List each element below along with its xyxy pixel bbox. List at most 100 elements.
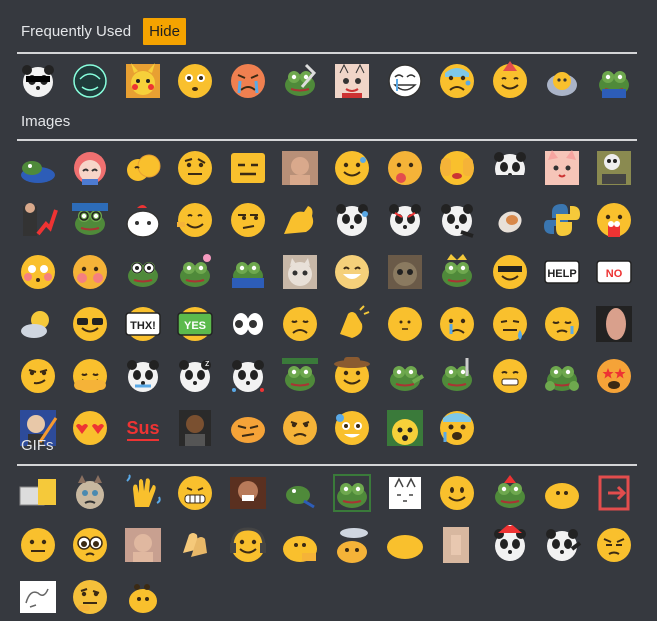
pepe-run-icon[interactable]: [279, 472, 321, 514]
blob-annoyed-icon[interactable]: [227, 407, 269, 449]
exit-sign-icon[interactable]: [593, 472, 635, 514]
blob-hearts-icon[interactable]: [69, 407, 111, 449]
blob-shrug-icon[interactable]: [174, 199, 216, 241]
star-struck-face-icon[interactable]: [593, 355, 635, 397]
pepe-party-icon[interactable]: [489, 472, 531, 514]
sad-relieved-icon[interactable]: [279, 303, 321, 345]
pepe-fingers-icon[interactable]: [122, 251, 164, 293]
blob-peek-icon[interactable]: [279, 524, 321, 566]
eyes-icon[interactable]: [227, 303, 269, 345]
skeleton-laptop-icon[interactable]: [593, 147, 635, 189]
typing-cat-icon[interactable]: [17, 472, 59, 514]
pensive-face-icon[interactable]: [541, 303, 583, 345]
pepe-hands-icon[interactable]: [541, 355, 583, 397]
panda-angry-icon[interactable]: [384, 199, 426, 241]
anime-girl-icon[interactable]: [69, 147, 111, 189]
smile-face-icon[interactable]: [436, 472, 478, 514]
pikachu-icon[interactable]: [122, 60, 164, 102]
thx-face-icon[interactable]: THX!: [122, 303, 164, 345]
crying-tear-icon[interactable]: [436, 303, 478, 345]
pepe-sketch-icon[interactable]: [69, 60, 111, 102]
man-laughing-icon[interactable]: [174, 407, 216, 449]
party-face-icon[interactable]: [489, 60, 531, 102]
blob-headphones-icon[interactable]: [227, 524, 269, 566]
pikachu-surprised-icon[interactable]: [384, 407, 426, 449]
doodle-sketch-icon[interactable]: [17, 576, 59, 618]
laughing-face-icon[interactable]: [331, 251, 373, 293]
expressionless-face-icon[interactable]: [227, 147, 269, 189]
cat-stare-icon[interactable]: [384, 251, 426, 293]
panda-sleep-icon[interactable]: z: [174, 355, 216, 397]
suit-man-chart-icon[interactable]: [17, 199, 59, 241]
thinking-eyebrow-icon[interactable]: [174, 147, 216, 189]
yellow-oval-icon[interactable]: [384, 524, 426, 566]
pepe-sitting-icon[interactable]: [593, 60, 635, 102]
blob-sunglasses-icon[interactable]: [489, 251, 531, 293]
cowboy-face-icon[interactable]: [331, 355, 373, 397]
pepe-sword-small-icon[interactable]: [436, 355, 478, 397]
pepe-sad-icon[interactable]: [279, 355, 321, 397]
pepe-flower-icon[interactable]: [174, 251, 216, 293]
panda-sunglasses-icon[interactable]: [17, 60, 59, 102]
panda-sparkle-icon[interactable]: [227, 355, 269, 397]
panda-hold-icon[interactable]: [122, 355, 164, 397]
sunglasses-face-icon[interactable]: [69, 303, 111, 345]
crying-cat-icon[interactable]: [279, 251, 321, 293]
peace-face-icon[interactable]: [69, 355, 111, 397]
thinking-eating-icon[interactable]: [384, 147, 426, 189]
blob-popcorn-icon[interactable]: [593, 199, 635, 241]
no-sign-icon[interactable]: NO: [593, 251, 635, 293]
panda-dance-icon[interactable]: [541, 524, 583, 566]
blob-sad-cloud-icon[interactable]: [331, 524, 373, 566]
python-logo-icon[interactable]: [541, 199, 583, 241]
grinning-side-icon[interactable]: [279, 407, 321, 449]
strong-arm-icon[interactable]: [279, 199, 321, 241]
grimacing-face-icon[interactable]: [489, 355, 531, 397]
pepe-sword-icon[interactable]: [279, 60, 321, 102]
pepe-crown-icon[interactable]: [436, 251, 478, 293]
flushed-face-icon[interactable]: [174, 60, 216, 102]
pepe-computer-icon[interactable]: [227, 251, 269, 293]
help-sign-icon[interactable]: HELP: [541, 251, 583, 293]
anime-cat-girl-icon[interactable]: [541, 147, 583, 189]
kissing-blobs-icon[interactable]: [122, 147, 164, 189]
blushing-face-icon[interactable]: [17, 251, 59, 293]
sweat-smile-face-icon[interactable]: [331, 147, 373, 189]
man-photo-icon[interactable]: [279, 147, 321, 189]
hands-face-icon[interactable]: [69, 251, 111, 293]
blob-face-icon[interactable]: [541, 472, 583, 514]
panda-point-icon[interactable]: [436, 199, 478, 241]
sus-text-icon[interactable]: Sus: [122, 407, 164, 449]
sad-sweat-icon[interactable]: [489, 303, 531, 345]
pepe-dance-icon[interactable]: [331, 472, 373, 514]
side-eye-face-icon[interactable]: [227, 199, 269, 241]
grumpy-cat-icon[interactable]: [69, 472, 111, 514]
panda-peek-icon[interactable]: [489, 147, 531, 189]
yes-face-icon[interactable]: YES: [174, 303, 216, 345]
pepe-lying-icon[interactable]: [17, 147, 59, 189]
smirk-face-icon[interactable]: [17, 355, 59, 397]
facepalm-hands-icon[interactable]: [436, 147, 478, 189]
cute-white-creature-icon[interactable]: [122, 199, 164, 241]
clapping-blob-icon[interactable]: [331, 303, 373, 345]
pepe-pointing-icon[interactable]: [384, 355, 426, 397]
waving-hand-icon[interactable]: [122, 472, 164, 514]
sweating-face-icon[interactable]: [436, 60, 478, 102]
cat-sketch-icon[interactable]: [384, 472, 426, 514]
fearful-face-icon[interactable]: [436, 407, 478, 449]
trollface-crying-icon[interactable]: [384, 60, 426, 102]
hot-sweat-face-icon[interactable]: [331, 407, 373, 449]
clapping-hands-icon[interactable]: [174, 524, 216, 566]
hide-button[interactable]: Hide: [143, 18, 186, 45]
sun-cloud-icon[interactable]: [17, 303, 59, 345]
angry-crying-face-icon[interactable]: [227, 60, 269, 102]
grinning-teeth-icon[interactable]: [174, 472, 216, 514]
cat-falling-icon[interactable]: [489, 199, 531, 241]
thinking-face-icon[interactable]: [69, 576, 111, 618]
man-face-icon[interactable]: [122, 524, 164, 566]
pleading-glasses-icon[interactable]: [69, 524, 111, 566]
blob-dance-icon[interactable]: [122, 576, 164, 618]
hand-photo-icon[interactable]: [593, 303, 635, 345]
anime-cat-icon[interactable]: [331, 60, 373, 102]
man-laughing-gif-icon[interactable]: [227, 472, 269, 514]
